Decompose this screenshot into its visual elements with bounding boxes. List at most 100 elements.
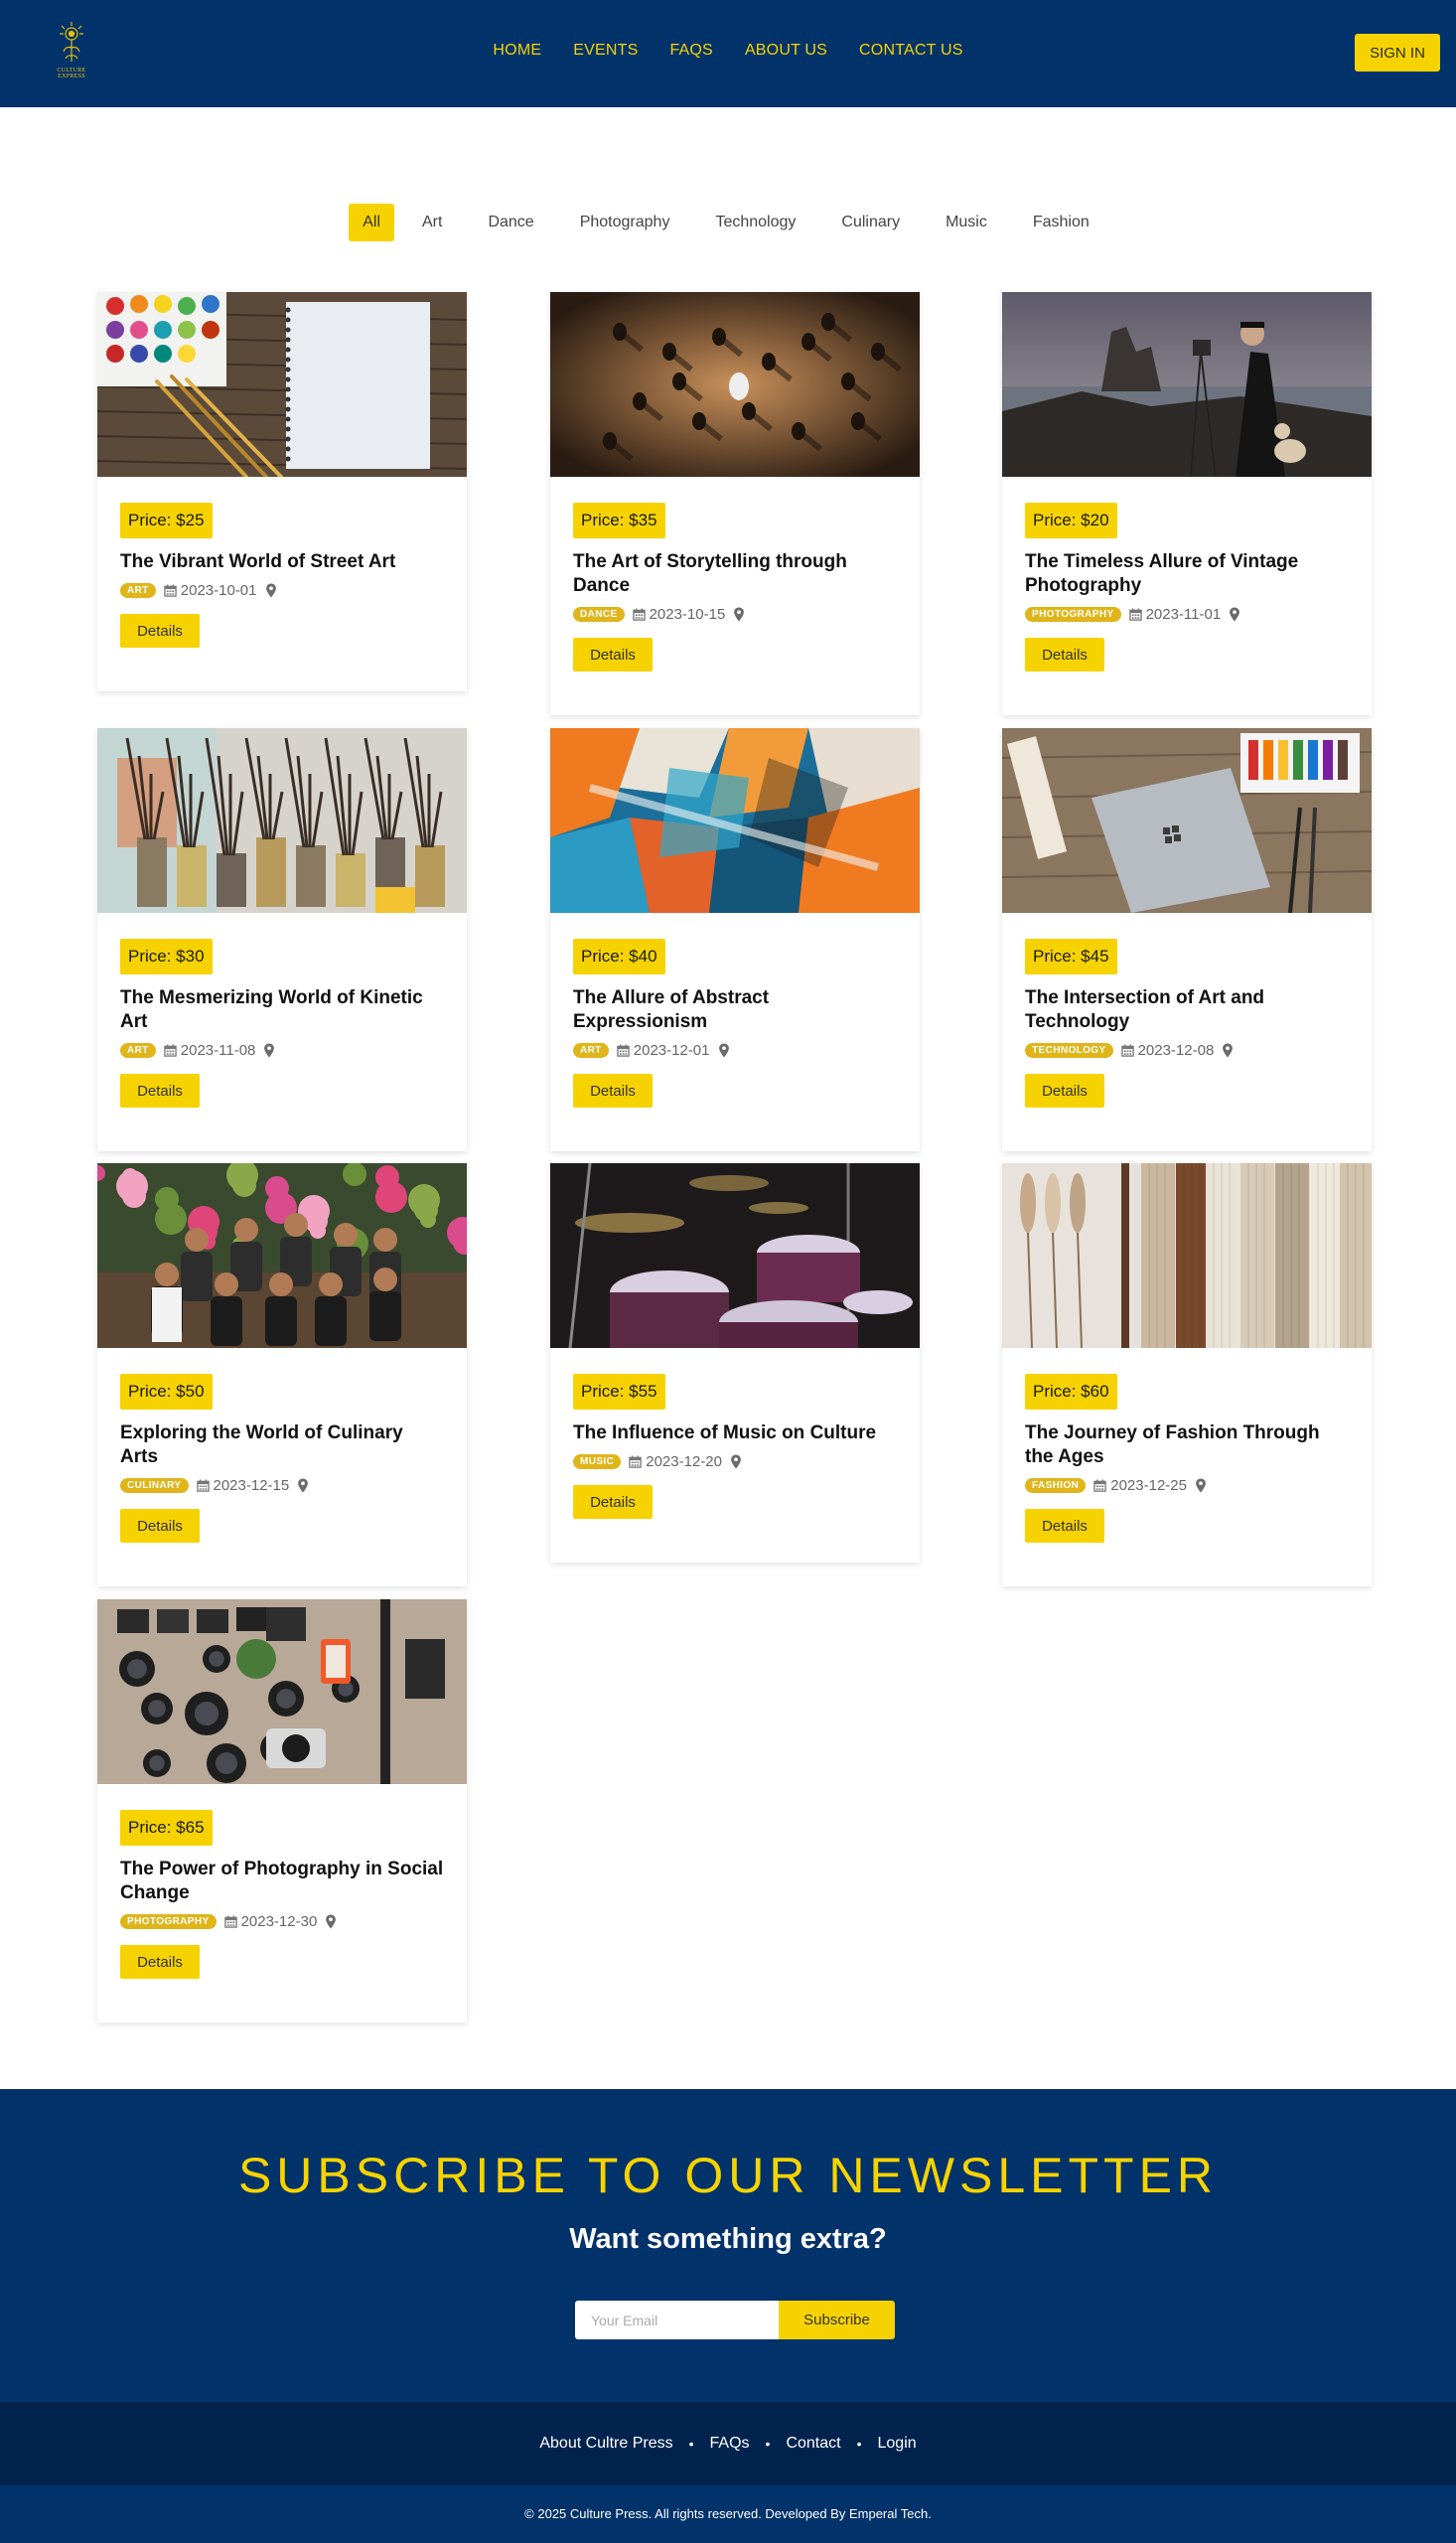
event-details-button[interactable]: Details — [1025, 1074, 1104, 1108]
footer-links: About Cultre Press • FAQs • Contact • Lo… — [0, 2402, 1456, 2485]
event-card: Price: $45 The Intersection of Art and T… — [1002, 728, 1372, 1151]
event-image[interactable] — [550, 1163, 920, 1348]
event-price: Price: $45 — [1025, 939, 1117, 974]
nav-faqs[interactable]: FAQS — [654, 42, 728, 60]
nav-contact-us[interactable]: CONTACT US — [843, 42, 979, 60]
location-pin-icon[interactable] — [297, 1477, 309, 1493]
event-card: Price: $40 The Allure of Abstract Expres… — [550, 728, 920, 1151]
event-image[interactable] — [1002, 728, 1372, 913]
event-card: Price: $25 The Vibrant World of Street A… — [97, 292, 467, 691]
footer-link-login[interactable]: Login — [878, 2435, 917, 2453]
event-meta: ART 2023-11-08 — [120, 1040, 444, 1060]
location-pin-icon[interactable] — [265, 582, 277, 598]
event-card-body: Price: $55 The Influence of Music on Cul… — [550, 1348, 920, 1563]
calendar-icon — [1120, 1043, 1134, 1057]
subscribe-button[interactable]: Subscribe — [779, 2301, 895, 2339]
main-nav: HOME EVENTS FAQS ABOUT US CONTACT US — [0, 42, 1456, 60]
filter-technology[interactable]: Technology — [697, 204, 813, 241]
location-pin-icon[interactable] — [1222, 1042, 1234, 1058]
event-details-button[interactable]: Details — [573, 638, 653, 672]
event-card: Price: $65 The Power of Photography in S… — [97, 1599, 467, 2022]
event-meta: CULINARY 2023-12-15 — [120, 1475, 444, 1495]
event-card: Price: $50 Exploring the World of Culina… — [97, 1163, 467, 1586]
event-date: 2023-12-20 — [646, 1452, 722, 1470]
event-title: Exploring the World of Culinary Arts — [120, 1422, 403, 1467]
filter-fashion[interactable]: Fashion — [1015, 204, 1107, 241]
filter-culinary[interactable]: Culinary — [823, 204, 918, 241]
event-details-button[interactable]: Details — [120, 1074, 200, 1108]
event-image[interactable] — [97, 1599, 467, 1784]
event-title: The Journey of Fashion Through the Ages — [1025, 1422, 1320, 1467]
event-details-button[interactable]: Details — [573, 1485, 653, 1519]
event-card-body: Price: $30 The Mesmerizing World of Kine… — [97, 913, 467, 1151]
event-image[interactable] — [550, 728, 920, 913]
event-card-body: Price: $35 The Art of Storytelling throu… — [550, 477, 920, 715]
event-meta: TECHNOLOGY 2023-12-08 — [1025, 1040, 1349, 1060]
event-details-button[interactable]: Details — [573, 1074, 653, 1108]
event-details-button[interactable]: Details — [1025, 1509, 1104, 1543]
event-meta: MUSIC 2023-12-20 — [573, 1451, 897, 1471]
calendar-icon — [617, 1043, 630, 1057]
event-category-badge: DANCE — [573, 606, 625, 622]
filter-dance[interactable]: Dance — [470, 204, 551, 241]
event-image[interactable] — [1002, 292, 1372, 477]
event-card-body: Price: $40 The Allure of Abstract Expres… — [550, 913, 920, 1151]
event-details-button[interactable]: Details — [120, 614, 200, 648]
event-image[interactable] — [97, 1163, 467, 1348]
event-card-body: Price: $65 The Power of Photography in S… — [97, 1784, 467, 2022]
nav-about-us[interactable]: ABOUT US — [729, 42, 843, 60]
location-pin-icon[interactable] — [1229, 606, 1240, 622]
event-price: Price: $55 — [573, 1374, 665, 1410]
footer-link-about[interactable]: About Cultre Press — [539, 2435, 672, 2453]
location-pin-icon[interactable] — [733, 606, 745, 622]
sign-in-button[interactable]: SIGN IN — [1355, 34, 1440, 72]
nav-home[interactable]: HOME — [477, 42, 557, 60]
newsletter-form: Subscribe — [575, 2301, 895, 2339]
event-card-body: Price: $45 The Intersection of Art and T… — [1002, 913, 1372, 1151]
event-meta: PHOTOGRAPHY 2023-12-30 — [120, 1911, 444, 1931]
event-details-button[interactable]: Details — [120, 1945, 200, 1979]
location-pin-icon[interactable] — [718, 1042, 730, 1058]
footer-link-contact[interactable]: Contact — [786, 2435, 840, 2453]
calendar-icon — [629, 1454, 642, 1468]
event-price: Price: $60 — [1025, 1374, 1117, 1410]
event-title: The Art of Storytelling through Dance — [573, 551, 847, 596]
event-date: 2023-12-15 — [213, 1476, 290, 1494]
event-title: The Mesmerizing World of Kinetic Art — [120, 987, 423, 1032]
location-pin-icon[interactable] — [730, 1453, 742, 1469]
newsletter-subheading: Want something extra? — [569, 2223, 887, 2255]
location-pin-icon[interactable] — [1195, 1477, 1207, 1493]
event-price: Price: $30 — [120, 939, 213, 974]
event-price: Price: $20 — [1025, 503, 1117, 538]
location-pin-icon[interactable] — [263, 1042, 275, 1058]
category-filters: All Art Dance Photography Technology Cul… — [0, 204, 1456, 241]
event-image[interactable] — [550, 292, 920, 477]
filter-music[interactable]: Music — [928, 204, 1005, 241]
newsletter-heading: SUBSCRIBE TO OUR NEWSLETTER — [237, 2148, 1219, 2203]
event-image[interactable] — [97, 728, 467, 913]
location-pin-icon[interactable] — [325, 1913, 337, 1929]
event-image[interactable] — [1002, 1163, 1372, 1348]
event-category-badge: MUSIC — [573, 1453, 622, 1469]
event-details-button[interactable]: Details — [120, 1509, 200, 1543]
event-image[interactable] — [97, 292, 467, 477]
filter-photography[interactable]: Photography — [562, 204, 688, 241]
filter-all[interactable]: All — [349, 204, 394, 241]
event-price: Price: $65 — [120, 1810, 213, 1846]
logo-text: CULTURE EXPRESS — [57, 68, 86, 79]
nav-events[interactable]: EVENTS — [557, 42, 654, 60]
event-date: 2023-12-08 — [1137, 1041, 1215, 1059]
copyright-text: © 2025 Culture Press. All rights reserve… — [0, 2485, 1456, 2543]
event-date: 2023-12-25 — [1110, 1476, 1187, 1494]
event-details-button[interactable]: Details — [1025, 638, 1104, 672]
event-category-badge: PHOTOGRAPHY — [1025, 606, 1121, 622]
event-title: The Influence of Music on Culture — [573, 1422, 877, 1443]
event-title: The Vibrant World of Street Art — [120, 551, 396, 572]
footer-link-faqs[interactable]: FAQs — [710, 2435, 750, 2453]
event-title: The Allure of Abstract Expressionism — [573, 987, 770, 1032]
footer-separator: • — [765, 2436, 771, 2452]
event-card: Price: $20 The Timeless Allure of Vintag… — [1002, 292, 1372, 715]
filter-art[interactable]: Art — [404, 204, 460, 241]
event-meta: PHOTOGRAPHY 2023-11-01 — [1025, 604, 1349, 624]
newsletter-email-input[interactable] — [575, 2301, 779, 2339]
